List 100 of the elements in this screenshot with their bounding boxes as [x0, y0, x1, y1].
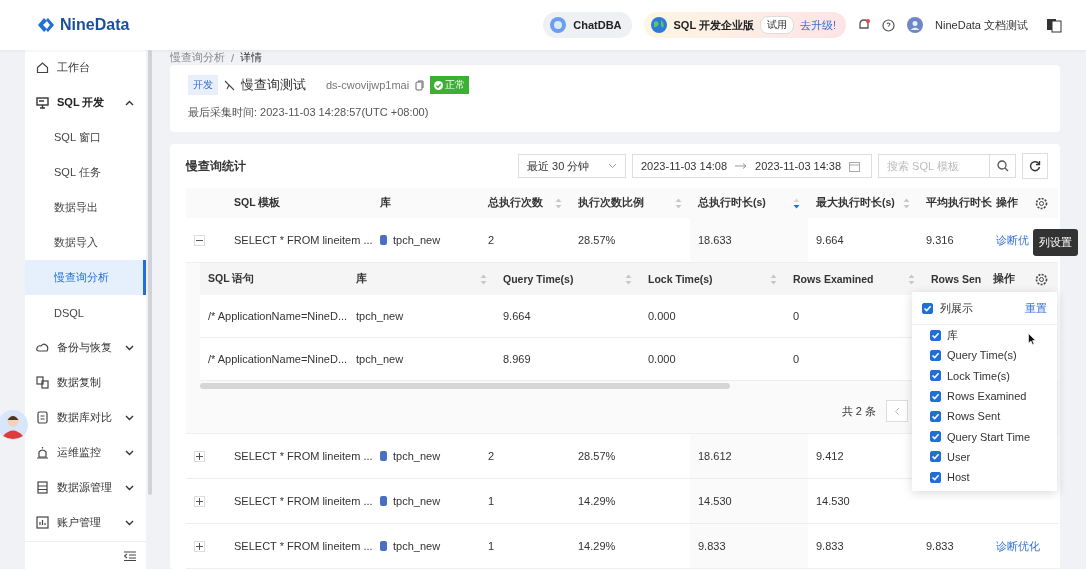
notification-icon[interactable]	[858, 18, 871, 32]
arrow-right-icon	[735, 163, 748, 169]
table-cell: 14.530	[690, 479, 808, 523]
checkbox[interactable]	[930, 349, 941, 361]
table-cell-text: 0	[792, 309, 801, 324]
table-cell-text: 9.833	[925, 539, 955, 554]
database-icon	[380, 496, 387, 506]
column-header: Query Time(s)	[503, 273, 574, 285]
sidebar-item[interactable]: 数据导出	[25, 190, 146, 225]
column-header: 总执行时长(s)	[698, 196, 766, 210]
column-header: 操作	[993, 272, 1015, 286]
table-cell-text: 9.316	[925, 233, 955, 248]
table-cell-text: 14.29%	[577, 539, 617, 554]
time-range-select[interactable]: 最近 30 分钟	[518, 154, 626, 178]
chatdba-button[interactable]: ChatDBA	[543, 12, 632, 38]
expand-row-button[interactable]	[194, 450, 205, 462]
collapse-icon[interactable]	[124, 550, 136, 561]
table-cell-text: 0.000	[647, 352, 677, 367]
sidebar-item[interactable]: 账户管理	[25, 505, 146, 540]
checkbox[interactable]	[930, 329, 941, 341]
refresh-button[interactable]	[1022, 153, 1048, 179]
table-cell-text: 9.412	[815, 449, 845, 464]
table-cell-text: 2	[487, 233, 496, 248]
sidebar-item[interactable]: 数据源管理	[25, 470, 146, 505]
option-label: Host	[947, 471, 970, 484]
slow-query-icon	[224, 79, 235, 91]
sidebar-item[interactable]: 数据复制	[25, 365, 146, 400]
copy-icon	[36, 376, 49, 389]
checkbox[interactable]	[930, 370, 941, 382]
sidebar-item[interactable]: DSQL	[25, 295, 146, 330]
column-header: SQL 模板	[234, 196, 281, 210]
chevron-down-icon	[608, 163, 617, 169]
table-cell-text: SELECT * FROM lineitem ...	[233, 233, 372, 248]
calendar-icon	[849, 160, 861, 172]
table-cell-text: 2	[487, 449, 496, 464]
assistant-figure[interactable]	[0, 410, 28, 440]
date-range-picker[interactable]: 2023-11-03 14:08 2023-11-03 14:38	[632, 154, 872, 178]
user-name[interactable]: NineData 文档测试	[935, 17, 1028, 33]
language-icon[interactable]	[1046, 17, 1062, 33]
table-cell-text: 14.29%	[577, 494, 617, 509]
column-header: Rows Sen	[931, 273, 982, 285]
checkbox[interactable]	[930, 390, 941, 402]
alarm-icon	[36, 446, 49, 459]
instance-id: ds-cwovijwp1mai	[326, 79, 410, 91]
expand-row-button[interactable]	[194, 540, 205, 552]
sidebar-item[interactable]: SQL 开发	[25, 85, 146, 120]
table-cell-text: 28.57%	[577, 233, 617, 248]
database-icon	[380, 451, 387, 461]
upgrade-link[interactable]: 去升级!	[800, 17, 837, 33]
sort-icon[interactable]	[793, 197, 800, 209]
checkbox[interactable]	[930, 471, 941, 483]
home-icon	[36, 61, 49, 74]
logo-text: NineData	[60, 16, 130, 34]
reset-link[interactable]: 重置	[1025, 300, 1047, 316]
monitor-icon	[36, 96, 49, 109]
column-header: 操作	[996, 196, 1018, 210]
table-cell-text: tpch_new	[355, 352, 405, 367]
diagnose-link[interactable]: 诊断优	[996, 232, 1029, 248]
collapse-row-button[interactable]	[194, 234, 205, 246]
table-cell-text: 0	[792, 352, 801, 367]
sidebar-item[interactable]: 数据导入	[25, 225, 146, 260]
table-cell-text: SELECT * FROM lineitem ...	[233, 494, 372, 509]
column-header: 库	[356, 272, 367, 286]
copy-icon[interactable]	[415, 79, 425, 91]
table-cell: 9.833	[690, 524, 808, 568]
sidebar-item[interactable]: SQL 窗口	[25, 120, 146, 155]
scrollbar[interactable]	[148, 50, 152, 495]
table-cell: tpch_new	[393, 540, 441, 552]
sidebar-item[interactable]: 慢查询分析	[25, 260, 146, 295]
column-header: 库	[380, 196, 391, 210]
refresh-icon	[1029, 160, 1041, 172]
section-title: 慢查询统计	[186, 157, 246, 175]
checkbox[interactable]	[930, 431, 941, 443]
help-icon[interactable]	[882, 18, 896, 32]
checkbox[interactable]	[930, 410, 941, 422]
sidebar-item[interactable]: 数据库对比	[25, 400, 146, 435]
avatar-icon[interactable]	[907, 17, 924, 33]
settings-icon[interactable]	[1035, 272, 1048, 286]
sidebar-item[interactable]: SQL 任务	[25, 155, 146, 190]
diagnose-link[interactable]: 诊断优化	[996, 538, 1040, 554]
search-field[interactable]: 搜索 SQL 模板	[878, 154, 990, 178]
checkbox[interactable]	[922, 302, 933, 314]
option-label: 库	[947, 327, 958, 343]
plus-icon	[196, 452, 203, 460]
option-label: User	[947, 450, 971, 463]
status-text: 正常	[445, 78, 466, 92]
option-label: Lock Time(s)	[947, 369, 1010, 382]
sidebar-item[interactable]: 备份与恢复	[25, 330, 146, 365]
sidebar-item[interactable]: 工作台	[25, 50, 146, 85]
trial-tag: 试用	[760, 16, 794, 34]
table-cell-text: SELECT * FROM lineitem ...	[233, 449, 372, 464]
cursor-icon	[1028, 333, 1036, 345]
checkbox[interactable]	[930, 451, 941, 463]
search-button[interactable]	[990, 154, 1016, 178]
expand-row-button[interactable]	[194, 495, 205, 507]
sidebar-item[interactable]: 运维监控	[25, 435, 146, 470]
table-cell-text: 9.664	[502, 309, 532, 324]
scrollbar[interactable]	[200, 383, 730, 389]
table-cell-text: 28.57%	[577, 449, 617, 464]
settings-icon[interactable]	[1035, 196, 1048, 210]
